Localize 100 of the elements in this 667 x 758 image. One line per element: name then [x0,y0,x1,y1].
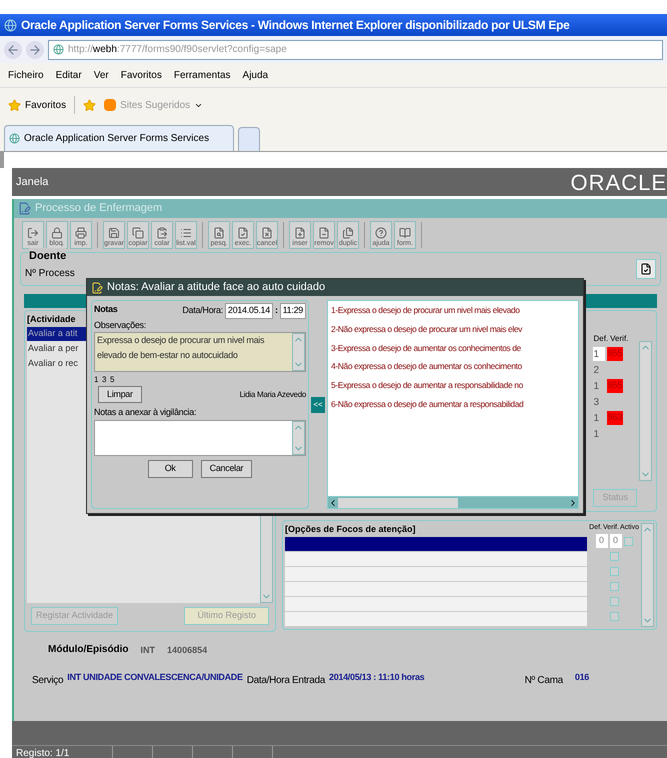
new-tab-button[interactable] [238,127,260,151]
lock-icon [51,227,63,239]
form-icon [91,282,103,294]
menu-item[interactable]: Ficheiro [8,68,44,82]
active-checkbox[interactable] [610,596,619,606]
ok-button[interactable]: Ok [148,460,193,478]
def-cell-text: 2 [593,364,600,377]
active-checkbox[interactable] [610,612,619,620]
verif-cell: 963 [607,411,624,425]
column-header: Def. [593,333,608,345]
option-item[interactable]: 1-Expressa o desejo de procurar um nivel mais elevado [331,304,575,317]
date-field[interactable]: 2014.05.14 [224,303,273,318]
document-check-icon [237,227,249,239]
activities-header: [Actividade [27,313,76,326]
document-x-icon [261,227,273,239]
oracle-logo: ORACLE [570,168,667,196]
floppy-icon [108,227,120,239]
scrollbar[interactable] [292,420,305,454]
back-icon[interactable] [4,40,22,58]
menu-item[interactable]: Ferramentas [174,68,231,82]
page-icon [9,133,20,144]
def-cell-text: 1 [593,380,600,393]
copy-icon [132,227,144,239]
option-row[interactable] [285,536,588,552]
form-title: Processo de Enfermagem [35,201,162,216]
forward-icon[interactable] [26,40,44,58]
notes-field[interactable] [94,420,306,456]
document-check-icon [640,263,652,275]
window-menu[interactable]: Janela [16,174,48,190]
column-header: Verif. [610,333,628,345]
option-item[interactable]: 3-Expressa o desejo de aumentar os conhecimentos de [331,342,575,354]
horizontal-scrollbar[interactable] [328,496,578,508]
help-icon [375,227,387,239]
address-text: http://webh:7777/forms90/f90servlet?config=sape [68,43,287,57]
service-value: INT UNIDADE CONVALESCENCA/UNIDADE [67,671,243,684]
entry-value: 2014/05/13 : 11:10 horas [328,671,424,684]
option-item[interactable]: 4-Não expressa o desejo de aumentar os conhecimento [331,360,575,373]
favorites-button[interactable]: Favoritos [8,98,66,112]
verif-cell: 955 [607,379,624,393]
verif-cell: 955 [607,347,624,361]
option-item[interactable]: 6-Não expressa o desejo de aumentar a responsabilidad [331,398,575,410]
book-icon [399,227,411,239]
exit-icon [27,227,39,239]
notes-button[interactable] [636,259,656,279]
def-cell: 0 [596,534,608,548]
active-checkbox[interactable] [610,582,619,590]
document-plus-icon [294,227,306,239]
scrollbar[interactable] [641,523,654,627]
browser-tab[interactable]: Oracle Application Server Forms Services [4,125,234,151]
field-label: Notas a anexar à vigilância: [94,406,198,419]
option-numbers: 1 3 5 [94,374,114,386]
clear-button[interactable]: Limpar [98,386,142,403]
dialog-title: Notas: Avaliar a atitude face ao auto cuidado [107,280,326,296]
field-label: Data/Hora Entrada [246,674,325,688]
active-checkbox[interactable] [624,536,633,546]
cancel-button[interactable]: Cancelar [200,460,252,478]
add-favorite-icon[interactable] [83,98,96,112]
form-icon [18,202,31,215]
module-value: INT [140,644,156,656]
verif-cell: 0 [610,534,622,548]
menu-item[interactable]: Ver [94,68,109,82]
search-icon [213,227,225,239]
section-title: Notas [94,303,118,316]
menu-item[interactable]: Editar [56,68,82,82]
scrollbar[interactable] [292,333,305,371]
sites-icon [104,99,116,111]
active-checkbox[interactable] [610,566,619,576]
menu-item[interactable]: Favoritos [120,68,162,82]
documents-icon [342,227,354,239]
focus-options-header: [Opções de Focos de atenção] [285,523,417,536]
active-checkbox[interactable] [610,552,619,560]
field-label: Observações: [94,318,147,332]
window-title: Oracle Application Server Forms Services - Windows Internet Explorer disponibilizado por ULSM Epe [21,17,570,34]
field-label: Data/Hora: [182,304,223,317]
status-text: Registo: 1/1 [15,747,70,758]
episode-value: 14006854 [167,644,208,656]
menu-item[interactable]: Ajuda [242,68,268,82]
option-item[interactable]: 5-Expressa o desejo de aumentar a responsabilidade no [331,379,575,392]
scrollbar[interactable] [639,341,652,481]
time-field[interactable]: 11:29 [280,303,306,318]
star-icon [8,98,21,112]
field-label: Serviço [32,674,64,688]
def-cell-text: 3 [593,396,600,409]
field-label: Nº Cama [524,674,563,688]
author-name: Lidia Maria Azevedo [240,388,306,400]
page-icon [53,44,64,55]
clipboard-icon [156,227,168,239]
printer-icon [75,227,87,239]
observations-text: Expressa o desejo de procurar um nivel mais elevado de bem-estar no autocuidado [96,334,266,362]
def-cell-text: 1 [593,412,600,425]
document-minus-icon [318,227,330,239]
address-field[interactable]: http://webh:7777/forms90/f90servlet?config=sape [48,40,663,60]
def-cell-text: 1 [593,428,600,441]
bed-value: 016 [574,671,589,684]
field-label: Nº Process [25,267,75,281]
field-label: Módulo/Episódio [48,643,129,657]
option-item[interactable]: 2-Não expressa o desejo de procurar um nivel mais elev [331,322,575,336]
def-cell: 1 [593,347,606,361]
browser-logo-icon [4,18,17,32]
transfer-button[interactable]: << [311,396,325,412]
